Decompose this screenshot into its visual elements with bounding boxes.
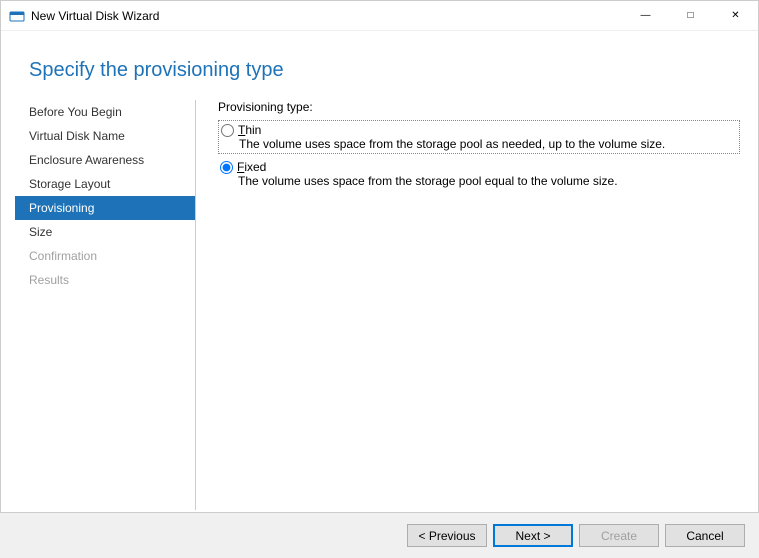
sidebar-item-confirmation: Confirmation — [15, 244, 195, 268]
radio-fixed-label: Fixed — [237, 160, 266, 174]
radio-thin[interactable] — [221, 124, 234, 137]
radio-option-thin[interactable]: Thin The volume uses space from the stor… — [218, 120, 740, 154]
sidebar-item-enclosure-awareness[interactable]: Enclosure Awareness — [15, 148, 195, 172]
next-button[interactable]: Next > — [493, 524, 573, 547]
radio-thin-description: The volume uses space from the storage p… — [221, 137, 735, 151]
create-button: Create — [579, 524, 659, 547]
page-title: Specify the provisioning type — [1, 31, 758, 100]
app-icon — [9, 8, 25, 24]
maximize-button[interactable]: □ — [668, 1, 713, 31]
provisioning-type-label: Provisioning type: — [218, 100, 740, 114]
window-title: New Virtual Disk Wizard — [31, 9, 623, 23]
radio-fixed[interactable] — [220, 161, 233, 174]
wizard-sidebar: Before You Begin Virtual Disk Name Enclo… — [1, 100, 196, 510]
radio-fixed-description: The volume uses space from the storage p… — [220, 174, 736, 188]
previous-button[interactable]: < Previous — [407, 524, 487, 547]
minimize-button[interactable]: — — [623, 1, 668, 31]
wizard-footer: < Previous Next > Create Cancel — [0, 512, 759, 558]
sidebar-item-before-you-begin[interactable]: Before You Begin — [15, 100, 195, 124]
sidebar-item-virtual-disk-name[interactable]: Virtual Disk Name — [15, 124, 195, 148]
sidebar-item-storage-layout[interactable]: Storage Layout — [15, 172, 195, 196]
sidebar-item-size[interactable]: Size — [15, 220, 195, 244]
titlebar: New Virtual Disk Wizard — □ ✕ — [1, 1, 758, 31]
sidebar-item-results: Results — [15, 268, 195, 292]
wizard-content: Provisioning type: Thin The volume uses … — [196, 100, 758, 510]
radio-thin-label: Thin — [238, 123, 261, 137]
radio-option-fixed[interactable]: Fixed The volume uses space from the sto… — [218, 158, 740, 190]
cancel-button[interactable]: Cancel — [665, 524, 745, 547]
close-button[interactable]: ✕ — [713, 1, 758, 31]
wizard-body: Before You Begin Virtual Disk Name Enclo… — [1, 100, 758, 510]
sidebar-item-provisioning[interactable]: Provisioning — [15, 196, 195, 220]
